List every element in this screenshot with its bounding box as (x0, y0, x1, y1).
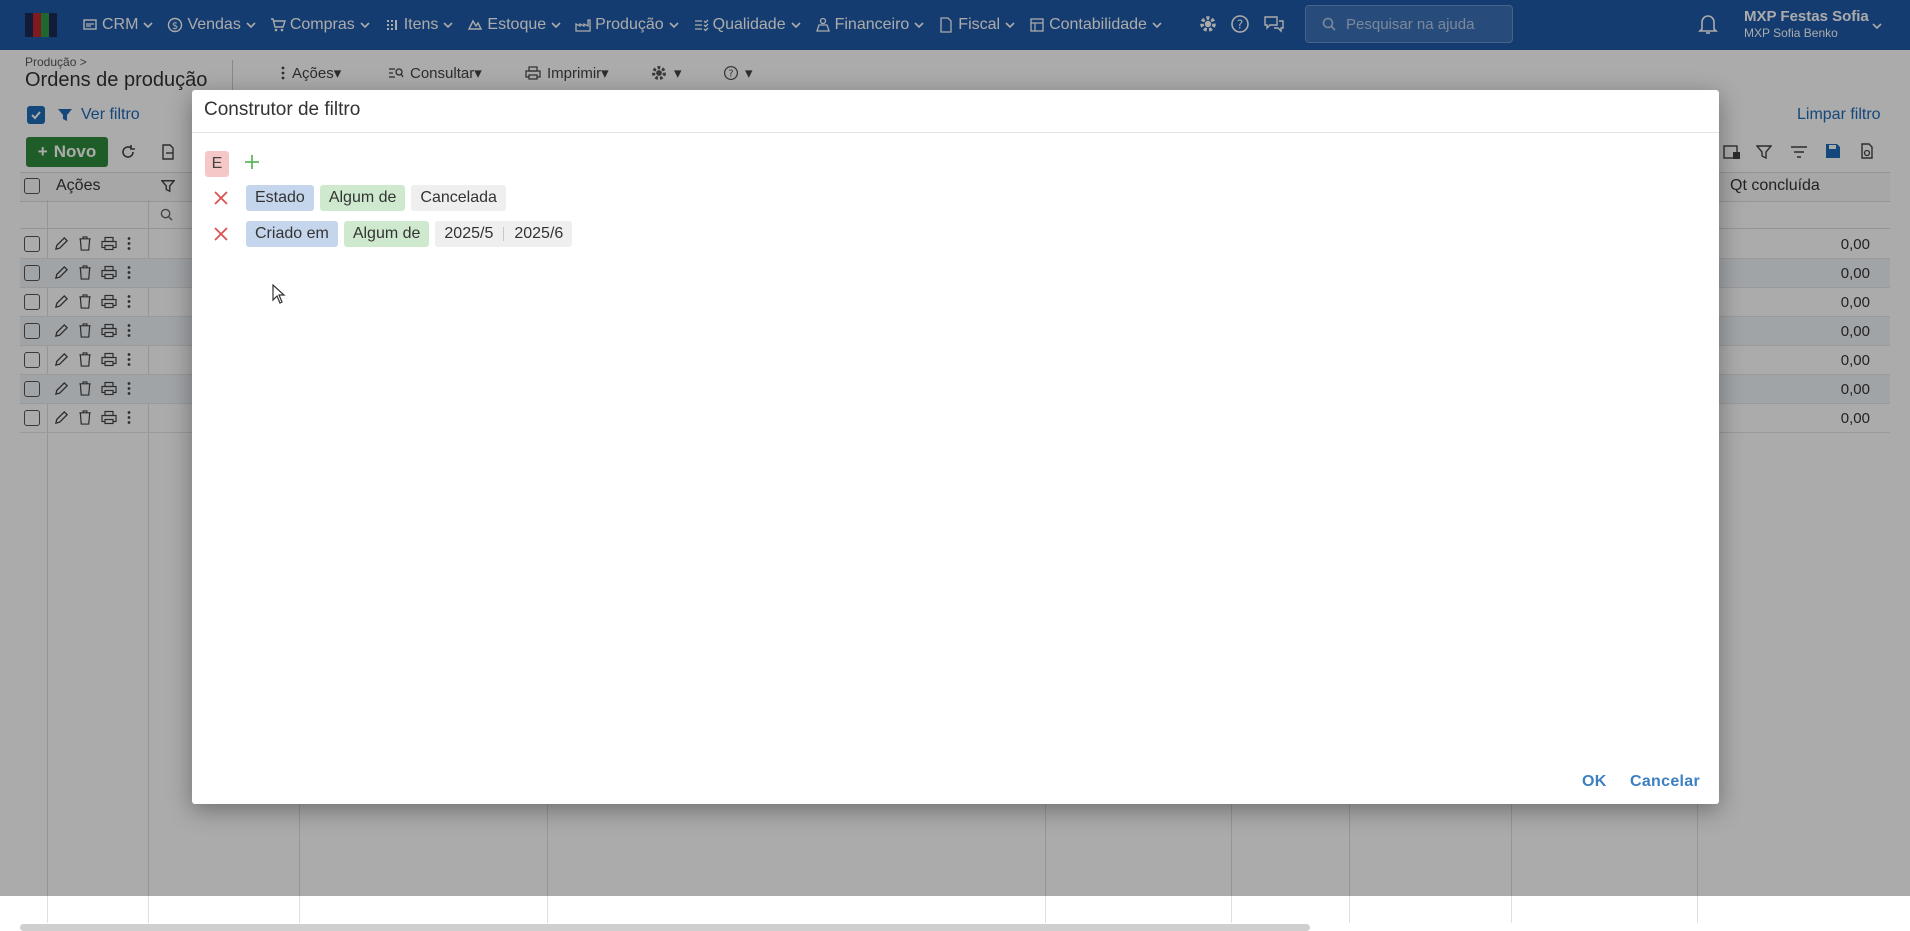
condition-value-chip[interactable]: 2025/5 2025/6 (435, 221, 573, 247)
ok-button[interactable]: OK (1582, 773, 1607, 791)
filter-condition: Criado em Algum de 2025/5 2025/6 (212, 221, 578, 247)
condition-field-chip[interactable]: Criado em (246, 221, 338, 247)
condition-value-chip[interactable]: Cancelada (411, 185, 506, 211)
horizontal-scrollbar[interactable] (20, 924, 1310, 931)
dialog-title: Construtor de filtro (204, 99, 361, 120)
filter-builder-dialog: Construtor de filtro E Estado Algum de C… (192, 90, 1719, 804)
condition-value: 2025/6 (514, 225, 564, 242)
cancel-button[interactable]: Cancelar (1630, 773, 1700, 791)
mouse-cursor-icon (272, 284, 286, 304)
add-condition-plus-icon[interactable] (244, 154, 260, 170)
remove-condition-icon[interactable] (212, 189, 230, 207)
dialog-divider (192, 132, 1719, 133)
condition-operator-chip[interactable]: Algum de (319, 185, 406, 211)
condition-value: Cancelada (420, 189, 497, 206)
condition-operator-chip[interactable]: Algum de (343, 221, 430, 247)
group-operator-button[interactable]: E (205, 151, 229, 177)
condition-value: 2025/5 (444, 225, 494, 242)
value-separator (503, 227, 505, 241)
remove-condition-icon[interactable] (212, 225, 230, 243)
filter-condition: Estado Algum de Cancelada (212, 185, 512, 211)
condition-field-chip[interactable]: Estado (246, 185, 314, 211)
